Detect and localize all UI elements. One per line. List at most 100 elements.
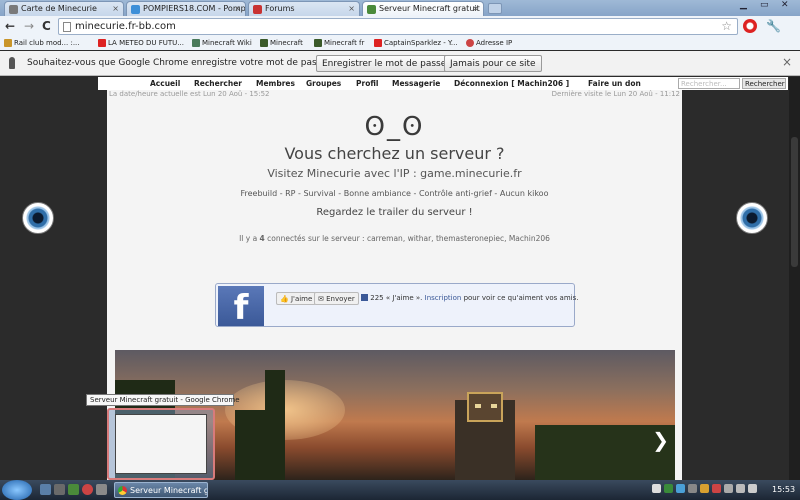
close-tab-icon[interactable]: × (234, 4, 241, 13)
scrollbar-thumb[interactable] (791, 137, 798, 267)
bookmark-minecraft-fr[interactable]: Minecraft fr (314, 39, 364, 47)
nav-groupes[interactable]: Groupes (306, 79, 341, 88)
bookmarks-bar: Rail club mod... :... LA METEO DU FUTU..… (0, 37, 800, 50)
show-desktop-icon[interactable] (40, 484, 51, 495)
forum-search-button[interactable]: Rechercher (742, 78, 786, 89)
windows-taskbar: Serveur Minecraft gr... 15:53 (0, 480, 800, 500)
close-tab-icon[interactable]: × (472, 4, 479, 13)
browser-toolbar: ← → C minecurie.fr-bb.com ☆ 🔧 (0, 16, 800, 37)
bookmark-star-icon[interactable]: ☆ (721, 19, 732, 33)
tray-app-icon[interactable] (688, 484, 697, 493)
bookmark-label: LA METEO DU FUTU... (108, 39, 184, 47)
fb-signup-link[interactable]: Inscription (425, 294, 462, 302)
nav-messagerie[interactable]: Messagerie (392, 79, 440, 88)
last-visit: Dernière visite le Lun 20 Aoû - 11:12 (551, 90, 680, 98)
online-suffix: connectés sur le serveur : carreman, wit… (264, 234, 550, 243)
fb-send-label: Envoyer (326, 295, 355, 303)
tray-app-icon[interactable] (748, 484, 757, 493)
bookmark-adresse-ip[interactable]: Adresse IP (466, 39, 512, 47)
close-tab-icon[interactable]: × (348, 4, 355, 13)
quicklaunch-icon[interactable] (54, 484, 65, 495)
tab-carte-minecurie[interactable]: Carte de Minecurie × (4, 1, 124, 16)
volume-icon[interactable] (736, 484, 745, 493)
tray-arrow-icon[interactable] (652, 484, 661, 493)
reload-button[interactable]: C (42, 19, 51, 33)
tab-label: Carte de Minecurie (21, 4, 97, 13)
tray-app-icon[interactable] (676, 484, 685, 493)
nav-accueil[interactable]: Accueil (150, 79, 180, 88)
taskbar-clock[interactable]: 15:53 (772, 485, 795, 494)
bookmark-label: Rail club mod... :... (14, 39, 80, 47)
chrome-icon[interactable] (82, 484, 93, 495)
fb-send-button[interactable]: ✉ Envoyer (314, 292, 359, 305)
next-slide-icon[interactable]: ❯ (652, 428, 669, 452)
tray-app-icon[interactable] (712, 484, 721, 493)
online-prefix: Il y a (239, 234, 260, 243)
save-password-button[interactable]: Enregistrer le mot de passe (316, 55, 453, 72)
bookmark-label: Minecraft (270, 39, 303, 47)
system-tray (650, 484, 770, 496)
tab-pompiers18[interactable]: POMPIERS18.COM - Pomp × (126, 1, 246, 16)
minecraft-icon[interactable] (68, 484, 79, 495)
close-tab-icon[interactable]: × (112, 4, 119, 13)
bookmark-captainsparklez[interactable]: CaptainSparklez - Y... (374, 39, 458, 47)
tray-app-icon[interactable] (700, 484, 709, 493)
nav-deconnexion[interactable]: Déconnexion [ Machin206 ] (454, 79, 569, 88)
fb-like-button[interactable]: 👍 J'aime (276, 292, 317, 305)
tab-label: Serveur Minecraft gratuit (379, 4, 480, 13)
taskbar-window-label: Serveur Minecraft gr... (130, 486, 207, 495)
page-favicon-icon (253, 5, 262, 14)
key-icon (9, 57, 15, 69)
nav-faire-un-don[interactable]: Faire un don (588, 79, 641, 88)
trailer-link[interactable]: Regardez le trailer du serveur ! (107, 207, 682, 218)
current-datetime: La date/heure actuelle est Lun 20 Aoû - … (109, 90, 270, 98)
infobar-message: Souhaitez-vous que Google Chrome enregis… (27, 58, 335, 68)
bookmark-rail-club[interactable]: Rail club mod... :... (4, 39, 80, 47)
maximize-icon[interactable]: ▭ (760, 0, 769, 10)
minimize-icon[interactable]: ▁ (740, 0, 747, 10)
taskbar-window-preview[interactable] (107, 408, 215, 480)
fb-like-label: J'aime (290, 295, 313, 303)
nav-membres[interactable]: Membres (256, 79, 295, 88)
bookmark-label: Minecraft fr (324, 39, 365, 47)
youtube-icon (374, 39, 382, 47)
adblock-icon[interactable] (743, 19, 757, 33)
server-tags: Freebuild - RP - Survival - Bonne ambian… (240, 189, 549, 198)
nav-rechercher[interactable]: Rechercher (194, 79, 242, 88)
tray-app-icon[interactable] (664, 484, 673, 493)
network-icon[interactable] (724, 484, 733, 493)
back-button[interactable]: ← (5, 19, 15, 33)
tab-forums[interactable]: Forums × (248, 1, 360, 16)
bookmark-favicon-icon (192, 39, 200, 47)
bookmark-meteo[interactable]: LA METEO DU FUTU... (98, 39, 184, 47)
close-window-icon[interactable]: ✕ (781, 0, 789, 10)
address-bar[interactable]: minecurie.fr-bb.com ☆ (58, 18, 738, 35)
online-players: Il y a 4 connectés sur le serveur : carr… (107, 234, 682, 243)
character-eye (475, 404, 481, 408)
close-infobar-icon[interactable]: × (782, 55, 792, 69)
bookmark-minecraft-wiki[interactable]: Minecraft Wiki (192, 39, 252, 47)
new-tab-button[interactable] (488, 3, 502, 14)
quicklaunch-icon[interactable] (96, 484, 107, 495)
fb-signup-suffix: pour voir ce qu'aiment vos amis. (463, 294, 579, 302)
eyeball-decoration-left (22, 202, 54, 234)
never-for-site-button[interactable]: Jamais pour ce site (444, 55, 542, 72)
tab-strip: Carte de Minecurie × POMPIERS18.COM - Po… (0, 0, 800, 16)
face-emoticon: ʘ_ʘ (364, 112, 425, 142)
nav-profil[interactable]: Profil (356, 79, 378, 88)
page-scrollbar[interactable] (789, 77, 800, 481)
page-heading: Vous cherchez un serveur ? (284, 144, 505, 163)
taskbar-tooltip: Serveur Minecraft gratuit - Google Chrom… (86, 394, 240, 406)
forum-search-input[interactable]: Rechercher... (678, 78, 740, 89)
youtube-icon (98, 39, 106, 47)
bookmark-favicon-icon (466, 39, 474, 47)
taskbar-chrome-window[interactable]: Serveur Minecraft gr... (114, 482, 208, 498)
eyeball-decoration-right (736, 202, 768, 234)
wrench-icon[interactable]: 🔧 (766, 19, 781, 33)
bookmark-minecraft[interactable]: Minecraft (260, 39, 303, 47)
start-button[interactable] (2, 480, 32, 500)
tab-serveur-minecraft[interactable]: Serveur Minecraft gratuit × (362, 1, 484, 16)
page-favicon-icon (9, 5, 18, 14)
password-infobar: Souhaitez-vous que Google Chrome enregis… (0, 51, 800, 76)
forward-button[interactable]: → (24, 19, 34, 33)
